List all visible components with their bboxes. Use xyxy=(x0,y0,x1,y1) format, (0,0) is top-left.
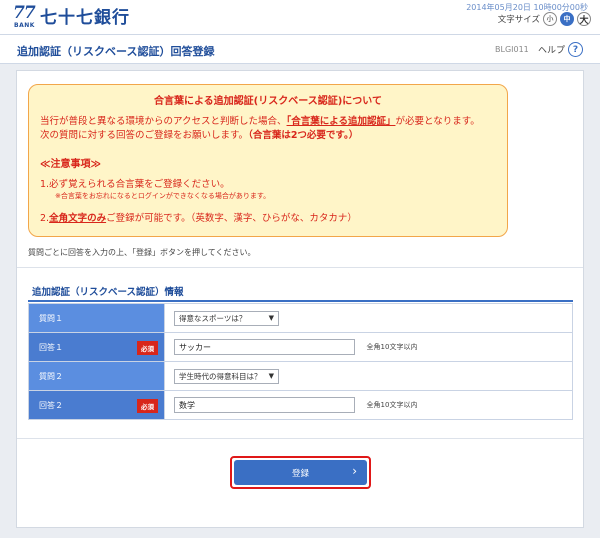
help-label[interactable]: ヘルプ xyxy=(538,43,565,56)
font-size-switcher: 文字サイズ 小 中 大 xyxy=(498,12,591,26)
divider xyxy=(17,438,583,439)
notice-text-2a: 次の質問に対する回答のご登録をお願いします。 xyxy=(40,130,249,141)
chevron-right-icon: › xyxy=(352,464,357,478)
additional-auth-link[interactable]: 「合言葉による追加認証」 xyxy=(287,116,396,127)
register-button[interactable]: 登録 › xyxy=(234,460,367,485)
answer-1-cell: 全角10文字以内 xyxy=(164,332,573,362)
page-title: 追加認証（リスクベース認証）回答登録 xyxy=(17,45,215,58)
main-panel: 合言葉による追加認証(リスクベース認証)について 当行が普段と異なる環境からのア… xyxy=(16,70,584,528)
section-underline xyxy=(28,300,573,302)
title-bar: 追加認証（リスクベース認証）回答登録 BLGI011 ヘルプ ? xyxy=(0,34,600,64)
question-2-label: 質問２ xyxy=(28,361,165,391)
table-row: 回答２ 必須 全角10文字以内 xyxy=(28,390,573,420)
caution-item-2-rest: ご登録が可能です。（英数字、漢字、ひらがな、カタカナ） xyxy=(106,213,357,224)
top-header: 77 BANK 七十七銀行 2014年05月20日 10時00分00秒 文字サイ… xyxy=(0,0,600,34)
answer-2-label: 回答２ 必須 xyxy=(28,390,165,420)
required-badge: 必須 xyxy=(137,399,158,413)
question-1-selected-value: 得意なスポーツは？ xyxy=(179,313,247,323)
notice-text-1a: 当行が普段と異なる環境からのアクセスと判断した場合、 xyxy=(40,116,287,127)
table-row: 質問２ 学生時代の得意科目は？ ▼ xyxy=(28,361,573,391)
answer-2-cell: 全角10文字以内 xyxy=(164,390,573,420)
caution-item-1-note: ※合言葉をお忘れになるとログインができなくなる場合があります。 xyxy=(55,192,271,200)
caution-item-1: 1.必ず覚えられる合言葉をご登録ください。 xyxy=(40,179,230,190)
logo-sub: BANK xyxy=(14,22,35,29)
answer-2-input[interactable] xyxy=(174,397,355,413)
font-size-medium-button[interactable]: 中 xyxy=(560,12,574,26)
question-1-label: 質問１ xyxy=(28,303,165,333)
section-title: 追加認証（リスクベース認証）情報 xyxy=(32,287,184,298)
notice-title: 合言葉による追加認証(リスクベース認証)について xyxy=(153,96,383,107)
caution-item-2-emphasis: 全角文字のみ xyxy=(49,213,107,224)
font-size-large-button[interactable]: 大 xyxy=(577,12,591,26)
notice-text-1b: が必要となります。 xyxy=(395,116,480,127)
chevron-down-icon: ▼ xyxy=(268,372,274,380)
table-row: 回答１ 必須 全角10文字以内 xyxy=(28,332,573,362)
font-size-small-button[interactable]: 小 xyxy=(543,12,557,26)
answer-1-input[interactable] xyxy=(174,339,355,355)
register-button-label: 登録 xyxy=(291,468,309,479)
font-size-label: 文字サイズ xyxy=(497,15,540,25)
notice-box: 合言葉による追加認証(リスクベース認証)について 当行が普段と異なる環境からのア… xyxy=(28,84,508,237)
caution-item-2-prefix: 2. xyxy=(40,213,50,224)
answer-2-hint: 全角10文字以内 xyxy=(366,401,418,409)
chevron-down-icon: ▼ xyxy=(268,314,274,322)
instruction-text: 質問ごとに回答を入力の上、「登録」ボタンを押してください。 xyxy=(28,248,256,257)
logo-mark: 77 BANK xyxy=(13,3,39,29)
logo-number: 77 xyxy=(13,3,36,23)
answer-1-label: 回答１ 必須 xyxy=(28,332,165,362)
question-1-label-text: 質問１ xyxy=(39,313,63,323)
question-1-select[interactable]: 得意なスポーツは？ ▼ xyxy=(174,310,279,326)
answer-2-label-text: 回答２ xyxy=(39,400,63,410)
caution-heading: ≪注意事項≫ xyxy=(40,159,101,170)
caution-item-2: 2.全角文字のみご登録が可能です。（英数字、漢字、ひらがな、カタカナ） xyxy=(40,210,357,224)
answer-1-label-text: 回答１ xyxy=(39,342,63,352)
divider xyxy=(17,267,583,268)
bank-logo[interactable]: 77 BANK 七十七銀行 xyxy=(13,3,130,29)
notice-body: 当行が普段と異なる環境からのアクセスと判断した場合、「合言葉による追加認証」が必… xyxy=(40,115,500,143)
notice-text-2b: （合言葉は2つ必要です。） xyxy=(248,130,359,141)
question-2-cell: 学生時代の得意科目は？ ▼ xyxy=(164,361,573,391)
auth-form-table: 質問１ 得意なスポーツは？ ▼ 回答１ 必須 全角10文字以内 質問２ xyxy=(28,303,573,420)
question-1-cell: 得意なスポーツは？ ▼ xyxy=(164,303,573,333)
table-row: 質問１ 得意なスポーツは？ ▼ xyxy=(28,303,573,333)
question-2-select[interactable]: 学生時代の得意科目は？ ▼ xyxy=(174,368,279,384)
required-badge: 必須 xyxy=(137,341,158,355)
question-2-label-text: 質問２ xyxy=(39,371,63,381)
screen-id: BLGI011 xyxy=(495,45,529,54)
bank-name: 七十七銀行 xyxy=(40,8,130,28)
help-icon[interactable]: ? xyxy=(568,42,584,57)
help-link[interactable]: ヘルプ ? xyxy=(538,42,584,57)
answer-1-hint: 全角10文字以内 xyxy=(366,343,418,351)
question-2-selected-value: 学生時代の得意科目は？ xyxy=(179,371,262,381)
